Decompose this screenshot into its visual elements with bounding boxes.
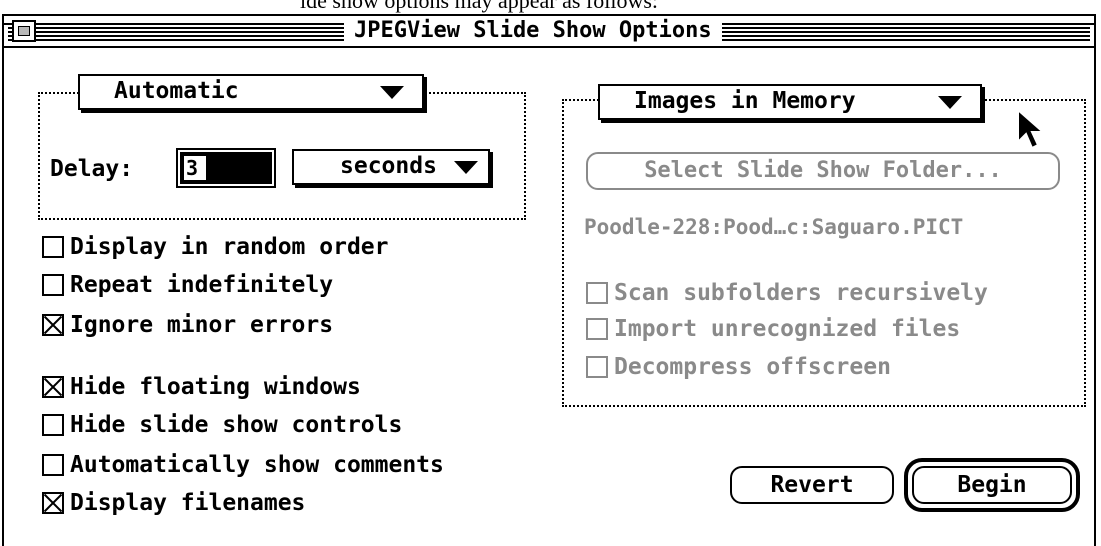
arrow-pointer-icon [1017,108,1046,150]
left-checkbox-1[interactable]: Repeat indefinitely [42,270,333,300]
left-checkbox-label: Automatically show comments [70,452,444,478]
begin-button[interactable]: Begin [912,466,1072,504]
delay-label: Delay: [50,156,134,182]
left-checkbox-label: Hide slide show controls [70,412,403,438]
delay-input[interactable] [184,156,206,180]
left-checkbox-0[interactable]: Display in random order [42,232,389,262]
left-checkbox-6[interactable]: Display filenames [42,488,305,518]
left-checkbox-3[interactable]: Hide floating windows [42,372,361,402]
caption-text: ide show options may appear as follows: [300,0,659,13]
left-checkbox-2[interactable]: Ignore minor errors [42,310,333,340]
slide-show-options-dialog: JPEGView Slide Show Options Automatic De… [2,14,1096,546]
checkbox-empty-icon[interactable] [42,236,64,258]
checkbox-empty-icon[interactable] [42,414,64,436]
source-checkbox-label: Import unrecognized files [614,316,961,342]
chevron-down-icon [380,86,404,99]
delay-field[interactable] [176,148,276,188]
select-folder-button[interactable]: Select Slide Show Folder... [586,152,1060,190]
window-title: JPEGView Slide Show Options [344,16,722,46]
source-checkbox-2[interactable]: Decompress offscreen [586,352,891,382]
left-checkbox-label: Display in random order [70,234,389,260]
left-checkbox-label: Ignore minor errors [70,312,334,338]
chevron-down-icon [454,161,478,174]
source-mode-label: Images in Memory [634,88,856,114]
source-checkbox-1[interactable]: Import unrecognized files [586,314,960,344]
left-checkbox-5[interactable]: Automatically show comments [42,450,444,480]
checkbox-empty-icon[interactable] [42,454,64,476]
left-checkbox-4[interactable]: Hide slide show controls [42,410,402,440]
source-checkbox-label: Scan subfolders recursively [614,280,988,306]
revert-button[interactable]: Revert [730,466,894,504]
checkbox-empty-icon[interactable] [586,282,608,304]
select-folder-label: Select Slide Show Folder... [644,158,1002,183]
folder-path: Poodle-228:Pood…c:Saguaro.PICT [584,215,964,239]
checkbox-empty-icon[interactable] [586,356,608,378]
begin-label: Begin [957,472,1027,498]
page-caption: ide show options may appear as follows: [0,0,1101,14]
close-box-icon[interactable] [12,20,36,42]
checkbox-checked-icon[interactable] [42,376,64,398]
source-mode-popup[interactable]: Images in Memory [598,84,982,120]
checkbox-empty-icon[interactable] [586,318,608,340]
delay-unit-popup[interactable]: seconds [292,149,490,185]
timing-mode-label: Automatic [114,78,239,104]
source-checkbox-0[interactable]: Scan subfolders recursively [586,278,988,308]
delay-unit-label: seconds [340,153,437,179]
checkbox-checked-icon[interactable] [42,314,64,336]
title-bar[interactable]: JPEGView Slide Show Options [4,16,1094,48]
left-checkbox-label: Display filenames [70,490,306,516]
checkbox-checked-icon[interactable] [42,492,64,514]
revert-label: Revert [770,472,854,498]
left-checkbox-label: Hide floating windows [70,374,361,400]
timing-mode-popup[interactable]: Automatic [78,74,424,110]
left-checkbox-label: Repeat indefinitely [70,272,334,298]
source-checkbox-label: Decompress offscreen [614,354,891,380]
chevron-down-icon [938,96,962,109]
checkbox-empty-icon[interactable] [42,274,64,296]
